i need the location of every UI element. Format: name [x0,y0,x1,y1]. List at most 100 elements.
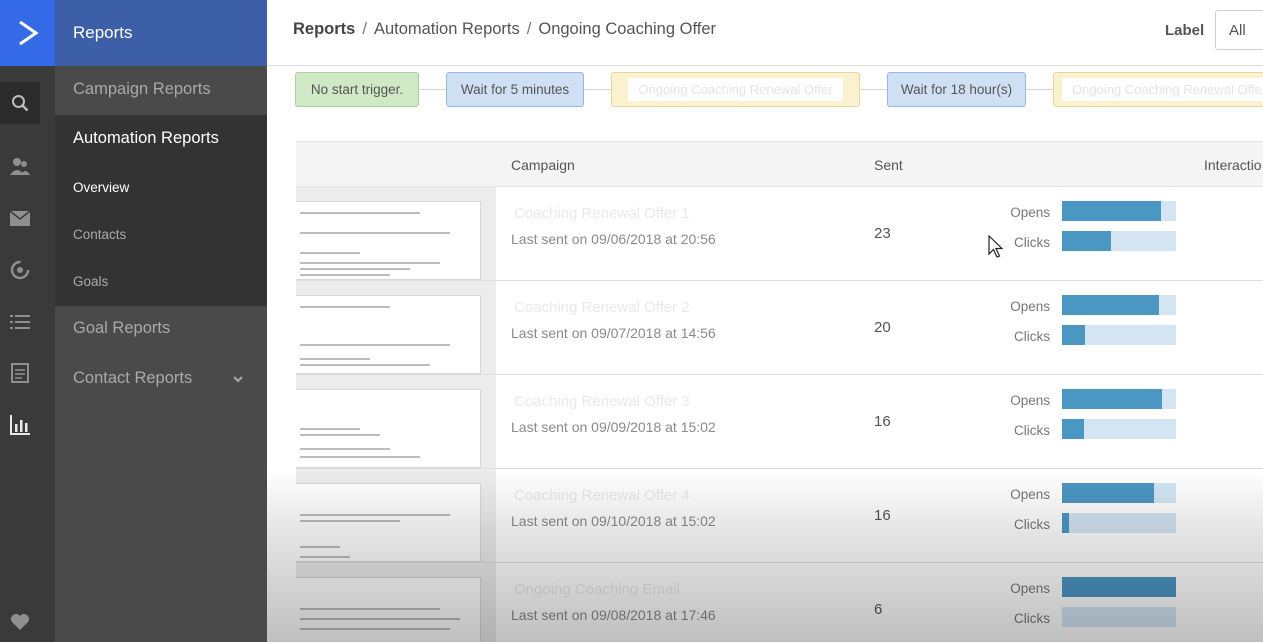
sidebar-subitem-goals[interactable]: Goals [55,274,267,289]
search-icon[interactable] [0,82,40,124]
clicks-bar-fill [1062,419,1084,439]
email-thumbnail-cell [296,469,496,562]
clicks-bar-fill [1062,231,1112,251]
chevron-down-icon[interactable] [232,375,244,385]
table-row[interactable]: Coaching Renewal Offer 2 Last sent on 09… [296,281,1263,375]
flow-step-send[interactable]: Ongoing Coaching Renewal Offer [1053,72,1263,107]
email-thumbnail-cell [296,375,496,468]
opens-bar [1062,295,1176,315]
thumbnail-text-line [300,212,420,214]
thumbnail-text-line [300,428,360,430]
flow-connector [419,89,446,90]
campaign-name[interactable]: Ongoing Coaching Email [511,581,683,598]
flow-step-wait[interactable]: Wait for 5 minutes [446,72,584,107]
thumbnail-text-line [300,262,440,264]
thumbnail-text-line [300,252,360,254]
campaign-last-sent: Last sent on 09/10/2018 at 15:02 [511,513,716,529]
email-thumbnail[interactable] [296,295,481,374]
column-sent[interactable]: Sent [874,157,903,173]
campaign-name[interactable]: Coaching Renewal Offer 3 [511,393,693,410]
clicks-bar-fill [1062,325,1085,345]
opens-bar-fill [1062,483,1155,503]
forms-icon[interactable] [0,358,40,388]
clicks-label: Clicks [1014,423,1050,438]
column-interactions[interactable]: Interactio [1204,157,1262,173]
thumbnail-text-line [300,628,450,630]
column-campaign[interactable]: Campaign [511,157,575,173]
reports-icon[interactable] [0,410,40,440]
sidebar-item-campaign-reports[interactable]: Campaign Reports [55,80,267,104]
opens-bar-fill [1062,577,1176,597]
thumbnail-text-line [300,268,410,270]
flow-step-send-label: Ongoing Coaching Renewal Offer [1062,78,1263,101]
flow-step-trigger[interactable]: No start trigger. [295,72,419,107]
sent-count: 23 [874,225,891,242]
thumbnail-text-line [300,546,340,548]
icon-rail [0,0,55,642]
table-row[interactable]: Ongoing Coaching Email Last sent on 09/0… [296,563,1263,642]
reports-sidebar: Reports Campaign Reports Automation Repo… [55,0,267,642]
campaign-name[interactable]: Coaching Renewal Offer 2 [511,299,693,316]
email-thumbnail[interactable] [296,201,481,280]
opens-bar [1062,577,1176,597]
flow-step-send[interactable]: Ongoing Coaching Renewal Offer [611,72,860,107]
mouse-cursor-icon [988,235,1004,258]
breadcrumb-separator: / [526,20,532,38]
table-row[interactable]: Coaching Renewal Offer 4 Last sent on 09… [296,469,1263,563]
breadcrumb-reports[interactable]: Reports [293,20,355,38]
campaign-last-sent: Last sent on 09/06/2018 at 20:56 [511,231,716,247]
list-icon[interactable] [0,307,40,337]
table-row[interactable]: Coaching Renewal Offer 3 Last sent on 09… [296,375,1263,469]
clicks-bar [1062,231,1176,251]
email-thumbnail[interactable] [296,483,481,562]
thumbnail-text-line [300,514,450,516]
campaign-name[interactable]: Coaching Renewal Offer 4 [511,487,693,504]
campaign-name[interactable]: Coaching Renewal Offer 1 [511,205,693,222]
opens-label: Opens [1010,299,1050,314]
thumbnail-text-line [300,448,390,450]
sidebar-subitem-contacts[interactable]: Contacts [55,227,267,242]
sidebar-item-automation-reports[interactable]: Automation Reports [55,129,267,153]
flow-step-send-label: Ongoing Coaching Renewal Offer [628,78,843,101]
clicks-label: Clicks [1014,611,1050,626]
table-row[interactable]: Coaching Renewal Offer 1 Last sent on 09… [296,187,1263,281]
flow-connector [1026,89,1053,90]
heart-icon[interactable] [0,607,40,637]
clicks-bar [1062,607,1176,627]
sent-count: 6 [874,601,883,618]
sent-count: 16 [874,507,891,524]
breadcrumb: Reports / Automation Reports / Ongoing Coach… [293,20,716,39]
thumbnail-text-line [300,364,430,366]
breadcrumb-automation-reports[interactable]: Automation Reports [374,20,520,38]
opens-label: Opens [1010,581,1050,596]
flow-step-wait[interactable]: Wait for 18 hour(s) [887,72,1026,107]
thumbnail-text-line [300,274,390,276]
email-thumbnail[interactable] [296,577,481,642]
clicks-label: Clicks [1014,235,1050,250]
campaign-last-sent: Last sent on 09/09/2018 at 15:02 [511,419,716,435]
email-thumbnail-cell [296,187,496,280]
campaign-last-sent: Last sent on 09/07/2018 at 14:56 [511,325,716,341]
opens-bar-fill [1062,295,1159,315]
email-thumbnail-cell [296,281,496,374]
clicks-label: Clicks [1014,329,1050,344]
breadcrumb-current: Ongoing Coaching Offer [538,20,717,38]
clicks-bar [1062,419,1176,439]
opens-bar [1062,201,1176,221]
breadcrumb-separator: / [362,20,367,38]
sent-count: 16 [874,413,891,430]
email-thumbnail[interactable] [296,389,481,468]
automation-icon[interactable] [0,255,40,285]
contacts-icon[interactable] [0,151,40,181]
mail-icon[interactable] [0,203,40,233]
opens-label: Opens [1010,487,1050,502]
logo-chevron-icon[interactable] [0,0,55,66]
flow-connector [584,89,611,90]
sidebar-item-goal-reports[interactable]: Goal Reports [55,319,267,343]
thumbnail-text-line [300,520,400,522]
table-header: Campaign Sent Interactio [296,141,1263,187]
opens-bar [1062,389,1176,409]
sidebar-subitem-overview[interactable]: Overview [55,180,267,195]
label-filter-select[interactable]: All [1215,10,1263,50]
thumbnail-text-line [300,358,370,360]
